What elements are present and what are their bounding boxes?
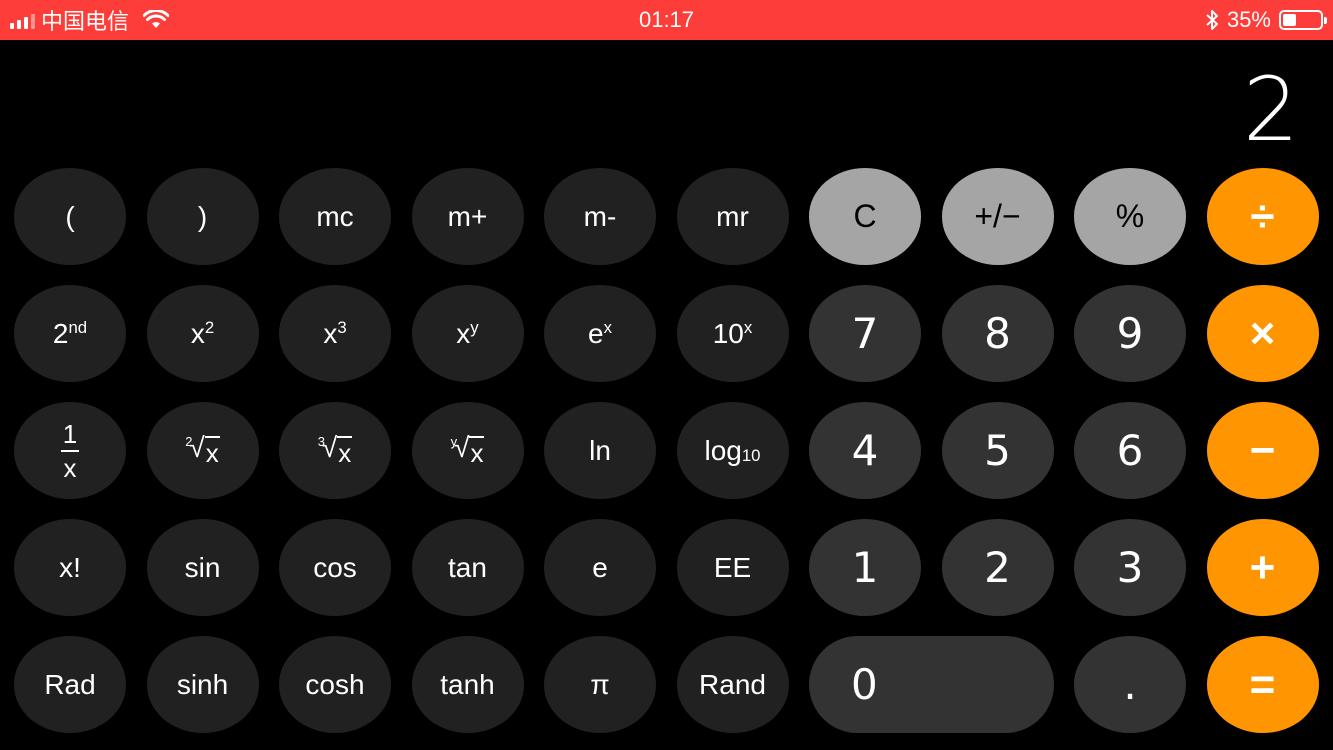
radical-icon: √ bbox=[321, 432, 338, 463]
battery-nub bbox=[1324, 17, 1327, 24]
reciprocal-numerator: 1 bbox=[60, 421, 80, 452]
log10-button[interactable]: log 10 bbox=[676, 402, 789, 499]
digit-7-button[interactable]: 7 bbox=[809, 285, 921, 382]
y-root-symbol: y √ x bbox=[451, 432, 485, 469]
tanh-button[interactable]: tanh bbox=[411, 636, 524, 733]
cube-root-button[interactable]: 3 √ x bbox=[279, 402, 391, 499]
plus-minus-button[interactable]: +/− bbox=[941, 168, 1054, 265]
keypad: ( ) mc m+ m- mr C +/− % ÷ 2nd x2 x3 xy e… bbox=[14, 168, 1319, 733]
result-display: 2 bbox=[1243, 58, 1299, 161]
bluetooth-icon bbox=[1206, 10, 1218, 30]
cosh-button[interactable]: cosh bbox=[279, 636, 391, 733]
sinh-button[interactable]: sinh bbox=[146, 636, 259, 733]
memory-recall-button[interactable]: mr bbox=[676, 168, 789, 265]
battery-icon bbox=[1279, 10, 1327, 30]
x-cubed-button[interactable]: x3 bbox=[279, 285, 391, 382]
x-power-y-base: x bbox=[456, 317, 471, 349]
digit-8-button[interactable]: 8 bbox=[941, 285, 1054, 382]
battery-percent: 35% bbox=[1226, 7, 1271, 32]
memory-clear-button[interactable]: mc bbox=[279, 168, 391, 265]
decimal-button[interactable]: . bbox=[1074, 636, 1186, 733]
second-base: 2 bbox=[52, 317, 69, 349]
memory-add-button[interactable]: m+ bbox=[411, 168, 524, 265]
digit-5-button[interactable]: 5 bbox=[941, 402, 1054, 499]
pi-button[interactable]: π bbox=[544, 636, 656, 733]
rand-button[interactable]: Rand bbox=[676, 636, 789, 733]
log10-sub: 10 bbox=[741, 445, 761, 465]
status-bar: 中国电信 01:17 35% bbox=[0, 0, 1333, 40]
radical-icon: √ bbox=[454, 432, 470, 463]
reciprocal-fraction: 1 x bbox=[60, 421, 80, 483]
y-root-button[interactable]: y √ x bbox=[411, 402, 524, 499]
x-cubed-sup: 3 bbox=[337, 317, 347, 337]
digit-4-button[interactable]: 4 bbox=[809, 402, 921, 499]
sin-button[interactable]: sin bbox=[146, 519, 259, 616]
x-squared-base: x bbox=[190, 317, 205, 349]
ten-power-x-button[interactable]: 10 x bbox=[676, 285, 789, 382]
rad-button[interactable]: Rad bbox=[14, 636, 126, 733]
factorial-button[interactable]: x! bbox=[14, 519, 126, 616]
reciprocal-denominator: x bbox=[63, 452, 77, 483]
multiply-button[interactable]: × bbox=[1206, 285, 1319, 382]
tan-button[interactable]: tan bbox=[411, 519, 524, 616]
cos-button[interactable]: cos bbox=[279, 519, 391, 616]
open-paren-button[interactable]: ( bbox=[14, 168, 126, 265]
status-bar-right: 35% bbox=[1205, 0, 1327, 40]
add-button[interactable]: + bbox=[1206, 519, 1319, 616]
cube-root-symbol: 3 √ x bbox=[318, 432, 353, 469]
square-root-button[interactable]: 2 √ x bbox=[146, 402, 259, 499]
ten-power-x-sup: x bbox=[743, 317, 753, 337]
digit-1-button[interactable]: 1 bbox=[809, 519, 921, 616]
clear-button[interactable]: C bbox=[809, 168, 921, 265]
y-root-radicand: x bbox=[469, 436, 485, 468]
close-paren-button[interactable]: ) bbox=[146, 168, 259, 265]
digit-3-button[interactable]: 3 bbox=[1074, 519, 1186, 616]
digit-6-button[interactable]: 6 bbox=[1074, 402, 1186, 499]
radical-icon: √ bbox=[189, 432, 205, 463]
e-power-x-sup: x bbox=[603, 317, 612, 337]
e-power-x-button[interactable]: ex bbox=[544, 285, 656, 382]
x-cubed-base: x bbox=[323, 317, 338, 349]
equals-button[interactable]: = bbox=[1206, 636, 1319, 733]
x-power-y-sup: y bbox=[470, 317, 479, 337]
x-squared-button[interactable]: x2 bbox=[146, 285, 259, 382]
subtract-button[interactable]: − bbox=[1206, 402, 1319, 499]
log10-base: log bbox=[704, 434, 742, 466]
e-constant-button[interactable]: e bbox=[544, 519, 656, 616]
second-sup: nd bbox=[68, 317, 88, 337]
status-time: 01:17 bbox=[638, 7, 695, 32]
digit-9-button[interactable]: 9 bbox=[1074, 285, 1186, 382]
digit-2-button[interactable]: 2 bbox=[941, 519, 1054, 616]
battery-level-fill bbox=[1283, 14, 1296, 26]
cube-root-radicand: x bbox=[337, 436, 353, 468]
ee-button[interactable]: EE bbox=[676, 519, 789, 616]
ten-power-x-base: 10 bbox=[712, 317, 744, 349]
square-root-radicand: x bbox=[204, 436, 220, 468]
reciprocal-button[interactable]: 1 x bbox=[14, 402, 126, 499]
x-power-y-button[interactable]: xy bbox=[411, 285, 524, 382]
divide-button[interactable]: ÷ bbox=[1206, 168, 1319, 265]
square-root-symbol: 2 √ x bbox=[185, 432, 220, 469]
memory-subtract-button[interactable]: m- bbox=[544, 168, 656, 265]
e-power-x-base: e bbox=[588, 317, 604, 349]
digit-0-button[interactable]: 0 bbox=[809, 636, 1054, 733]
percent-button[interactable]: % bbox=[1074, 168, 1186, 265]
ln-button[interactable]: ln bbox=[544, 402, 656, 499]
x-squared-sup: 2 bbox=[204, 317, 215, 337]
second-function-button[interactable]: 2nd bbox=[14, 285, 126, 382]
